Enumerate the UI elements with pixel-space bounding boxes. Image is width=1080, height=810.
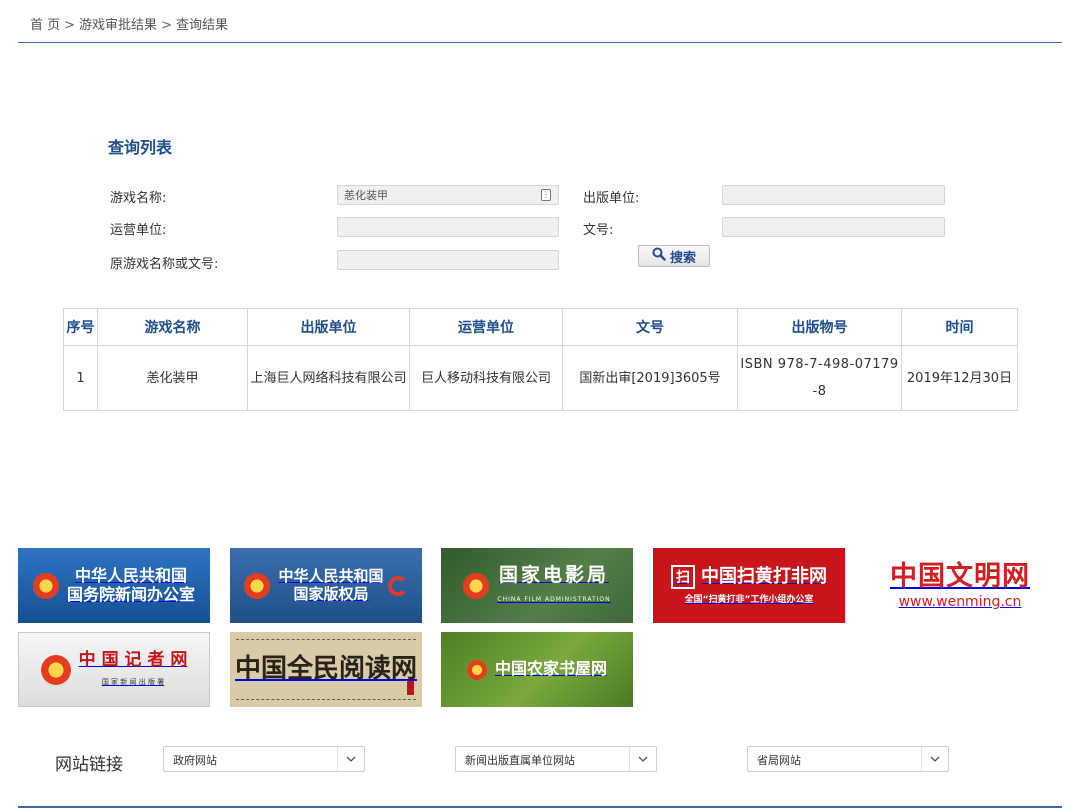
banner-film[interactable]: 国家电影局 CHINA FILM ADMINISTRATION [441,548,633,623]
search-button[interactable]: 搜索 [638,245,710,267]
search-button-label: 搜索 [669,250,696,266]
banner-journalist-line1: 中 国 记 者 网 [78,649,188,670]
banner-antiporn-line2: 全国“扫黄打非”工作小组办公室 [684,595,814,606]
chevron-down-icon [921,747,948,771]
antiporn-badge-icon: 扫 [671,565,695,590]
breadcrumb-game-approval[interactable]: 游戏审批结果 [79,18,157,33]
decor-line [236,639,416,640]
chevron-down-icon [337,747,364,771]
column-header: 游戏名称 [97,308,248,346]
banner-film-line1: 国家电影局 [498,564,609,587]
swirl-logo-icon [387,575,408,596]
banner-wenming-line2: www.wenming.cn [898,594,1022,611]
column-header: 出版物号 [737,308,902,346]
banner-reading-line1: 中国全民阅读网 [234,653,417,684]
game-name-label: 游戏名称: [110,191,167,206]
table-row: 1 恙化装甲 上海巨人网络科技有限公司 巨人移动科技有限公司 国新出审[2019… [63,345,1018,411]
national-emblem-icon [466,659,487,680]
game-name-input[interactable] [337,185,559,205]
breadcrumb: 首 页 > 游戏审批结果 > 查询结果 [30,14,228,33]
header-divider [18,42,1062,43]
press-units-select[interactable]: 新闻出版直属单位网站 [455,746,657,772]
cell-isbn: ISBN 978-7-498-07179-8 [737,345,902,411]
cell-doc-no: 国新出审[2019]3605号 [562,345,738,411]
column-header: 出版单位 [247,308,410,346]
banner-copyright-line2: 国家版权局 [293,584,369,603]
banner-journalist[interactable]: 中 国 记 者 网 国 家 新 闻 出 版 署 [18,632,210,707]
banner-wenming[interactable]: 中国文明网 www.wenming.cn [864,548,1056,623]
banner-film-line2: CHINA FILM ADMINISTRATION [497,596,611,604]
footer-divider [18,806,1062,808]
national-emblem-icon [463,572,490,599]
column-header: 运营单位 [409,308,563,346]
banner-scio[interactable]: 中华人民共和国 国务院新闻办公室 [18,548,210,623]
cell-publisher: 上海巨人网络科技有限公司 [247,345,410,411]
magnifier-icon [652,247,666,265]
provincial-sites-select-value: 省局网站 [757,754,801,767]
national-emblem-icon [32,572,59,599]
original-name-input[interactable] [337,250,559,270]
site-links-title: 网站链接 [55,755,123,775]
banner-copyright[interactable]: 中华人民共和国 国家版权局 [230,548,422,623]
cell-index: 1 [63,345,98,411]
operator-input[interactable] [337,217,559,237]
column-header: 时间 [901,308,1018,346]
doc-no-label: 文号: [583,223,614,238]
doc-no-input[interactable] [722,217,945,237]
breadcrumb-separator: > [161,18,172,33]
original-name-label: 原游戏名称或文号: [110,257,219,272]
operator-label: 运营单位: [110,223,167,238]
column-header: 序号 [63,308,98,346]
banner-scio-line1: 中华人民共和国 [74,566,187,586]
provincial-sites-select[interactable]: 省局网站 [747,746,949,772]
banner-farmhouse-line1: 中国农家书屋网 [494,659,607,679]
press-units-select-value: 新闻出版直属单位网站 [465,754,575,767]
banner-copyright-line1: 中华人民共和国 [278,567,384,586]
banner-scio-line2: 国务院新闻办公室 [66,584,195,604]
seal-icon [407,681,414,695]
decor-line [236,699,416,700]
publisher-input[interactable] [722,185,945,205]
breadcrumb-current: 查询结果 [175,18,228,33]
cell-date: 2019年12月30日 [901,345,1018,411]
national-emblem-icon [40,654,71,685]
page-title: 查询列表 [108,138,173,157]
banner-wenming-line1: 中国文明网 [890,560,1030,592]
column-header: 文号 [562,308,738,346]
input-option-icon[interactable]: ⋮ [541,189,551,201]
table-header-row: 序号 游戏名称 出版单位 运营单位 文号 出版物号 时间 [63,308,1018,346]
banner-reading[interactable]: 中国全民阅读网 [230,632,422,707]
banner-journalist-line2: 国 家 新 闻 出 版 署 [101,678,165,687]
gov-sites-select[interactable]: 政府网站 [163,746,365,772]
gov-sites-select-value: 政府网站 [173,754,217,767]
national-emblem-icon [244,572,271,599]
breadcrumb-separator: > [64,18,76,33]
cell-game-name: 恙化装甲 [97,345,248,411]
breadcrumb-home[interactable]: 首 页 [30,18,60,33]
banner-antiporn-line1: 中国扫黄打非网 [701,565,827,587]
cell-operator: 巨人移动科技有限公司 [409,345,563,411]
publisher-label: 出版单位: [583,191,640,206]
results-table: 序号 游戏名称 出版单位 运营单位 文号 出版物号 时间 1 恙化装甲 上海巨人… [63,308,1018,411]
banner-farmhouse[interactable]: 中国农家书屋网 [441,632,633,707]
banner-antiporn[interactable]: 扫 中国扫黄打非网 全国“扫黄打非”工作小组办公室 [653,548,845,623]
chevron-down-icon [629,747,656,771]
